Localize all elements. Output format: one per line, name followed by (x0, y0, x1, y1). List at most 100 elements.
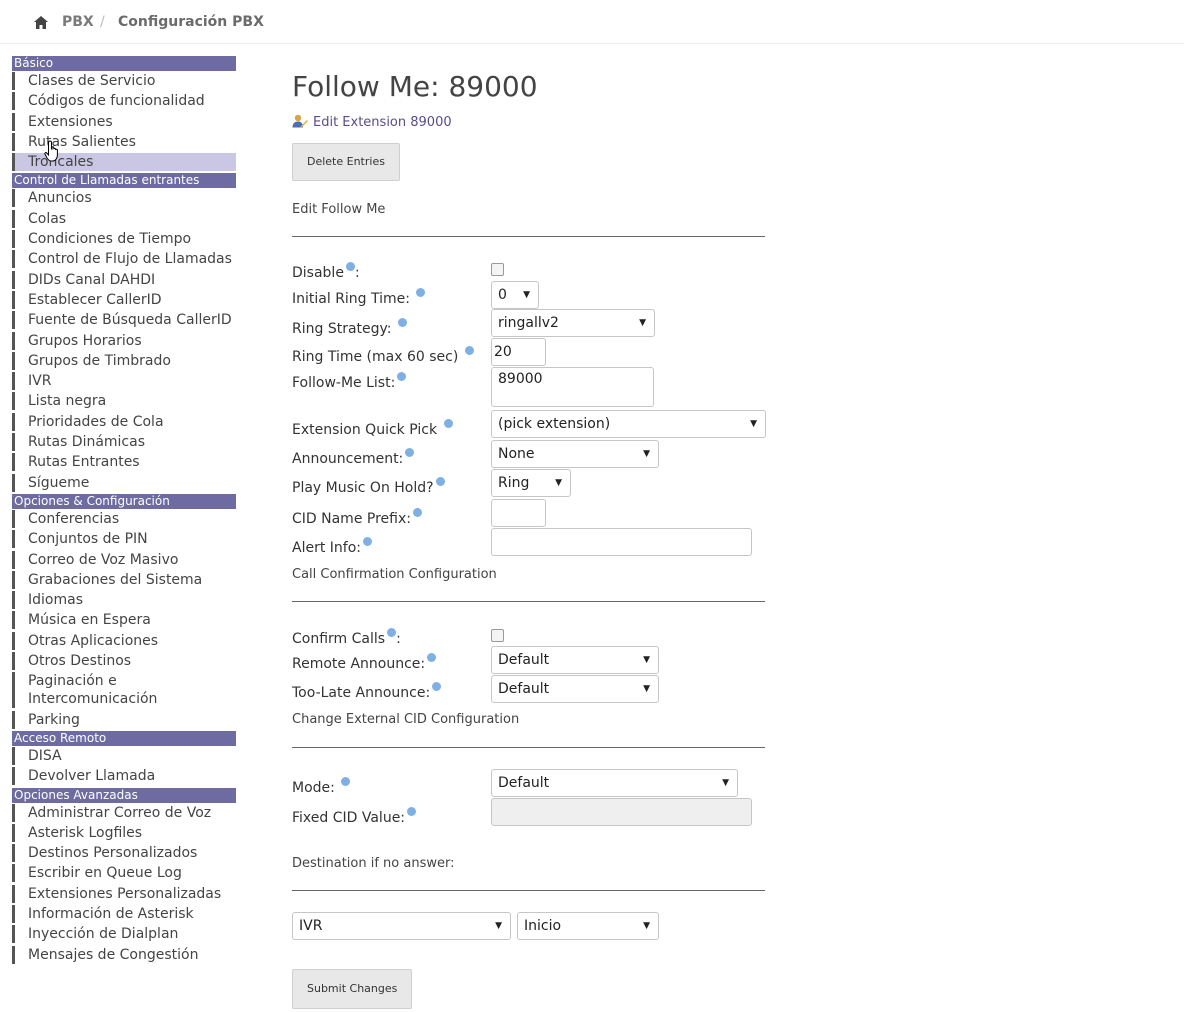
fixed-cid-input[interactable] (491, 798, 752, 826)
sidebar-item[interactable]: Información de Asterisk (12, 904, 236, 923)
sidebar-item[interactable]: Parking (12, 710, 236, 729)
sidebar-group-header: Control de Llamadas entrantes (12, 173, 236, 189)
sidebar-item[interactable]: Devolver Llamada (12, 767, 236, 786)
help-icon[interactable] (427, 653, 437, 662)
sidebar-item[interactable]: Otros Destinos (12, 652, 236, 671)
moh-label: Play Music On Hold? (292, 477, 445, 496)
sidebar-item[interactable]: Asterisk Logfiles (12, 823, 236, 842)
cid-prefix-label: CID Name Prefix: (292, 508, 422, 527)
destination-target-select[interactable]: Inicio ▼ (517, 912, 659, 940)
sidebar-item[interactable]: Conjuntos de PIN (12, 530, 236, 549)
page-title: Follow Me: 89000 (292, 70, 538, 103)
sidebar-group-header: Básico (12, 56, 236, 71)
submit-changes-button[interactable]: Submit Changes (292, 969, 413, 1009)
ring-time-label: Ring Time (max 60 sec) (292, 346, 474, 365)
sidebar-item[interactable]: Escribir en Queue Log (12, 864, 236, 883)
help-icon[interactable] (464, 346, 474, 355)
sidebar-item[interactable]: Sígueme (12, 473, 236, 492)
sidebar-item[interactable]: Inyección de Dialplan (12, 925, 236, 944)
extension-quick-pick-select[interactable]: (pick extension) ▼ (491, 410, 766, 438)
breadcrumb-configuracion[interactable]: Configuración PBX (118, 14, 264, 30)
home-icon[interactable] (34, 16, 48, 29)
confirm-calls-label: Confirm Calls: (292, 628, 401, 647)
sidebar-item[interactable]: Grupos de Timbrado (12, 351, 236, 370)
sidebar-item[interactable]: Extensiones Personalizadas (12, 884, 236, 903)
confirm-calls-checkbox[interactable] (491, 629, 504, 642)
main-content: Follow Me: 89000 Edit Extension 89000 De… (292, 56, 772, 1012)
sidebar-item[interactable]: Control de Flujo de Llamadas (12, 250, 236, 269)
initial-ring-time-label: Initial Ring Time: (292, 288, 426, 307)
mode-select[interactable]: Default ▼ (491, 769, 738, 797)
sidebar-group-header: Opciones Avanzadas (12, 787, 236, 803)
disable-checkbox[interactable] (491, 263, 504, 276)
sidebar-item[interactable]: Lista negra (12, 392, 236, 411)
sidebar-item[interactable]: Códigos de funcionalidad (12, 92, 236, 111)
moh-select[interactable]: Ring ▼ (491, 469, 571, 497)
section-edit-follow-me: Edit Follow Me (292, 202, 386, 217)
help-icon[interactable] (412, 508, 422, 517)
sidebar-item[interactable]: Clases de Servicio (12, 72, 236, 90)
sidebar-item[interactable]: Grabaciones del Sistema (12, 570, 236, 589)
sidebar-group-header: Acceso Remoto (12, 730, 236, 746)
help-icon[interactable] (416, 288, 426, 297)
edit-extension-link[interactable]: Edit Extension 89000 (292, 114, 452, 130)
sidebar-item[interactable]: Idiomas (12, 591, 236, 610)
help-icon[interactable] (387, 628, 397, 637)
sidebar-item[interactable]: Condiciones de Tiempo (12, 230, 236, 249)
breadcrumb: PBX / Configuración PBX (0, 0, 1184, 44)
sidebar-item[interactable]: Correo de Voz Masivo (12, 550, 236, 569)
sidebar-item[interactable]: Mensajes de Congestión (12, 945, 236, 964)
sidebar-item[interactable]: DISA (12, 746, 236, 765)
help-icon[interactable] (397, 318, 407, 327)
sidebar-item[interactable]: Fuente de Búsqueda CallerID (12, 311, 236, 330)
sidebar-item[interactable]: Rutas Entrantes (12, 453, 236, 472)
divider (292, 601, 765, 602)
too-late-announce-select[interactable]: Default ▼ (491, 675, 659, 703)
sidebar-item[interactable]: Rutas Dinámicas (12, 433, 236, 452)
help-icon[interactable] (443, 419, 453, 428)
sidebar-item[interactable]: Establecer CallerID (12, 290, 236, 309)
sidebar-item[interactable]: Destinos Personalizados (12, 844, 236, 863)
sidebar-item[interactable]: Anuncios (12, 189, 236, 208)
destination-type-select[interactable]: IVR ▼ (292, 912, 511, 940)
sidebar-item[interactable]: Colas (12, 209, 236, 228)
help-icon[interactable] (435, 477, 445, 486)
ring-strategy-label: Ring Strategy: (292, 318, 407, 337)
edit-extension-label: Edit Extension 89000 (313, 115, 452, 130)
help-icon[interactable] (432, 682, 442, 691)
fixed-cid-label: Fixed CID Value: (292, 807, 417, 826)
ring-time-input[interactable]: 20 (491, 338, 546, 366)
sidebar-item[interactable]: IVR (12, 372, 236, 391)
help-icon[interactable] (407, 807, 417, 816)
sidebar-item[interactable]: Extensiones (12, 112, 236, 131)
sidebar-item[interactable]: DIDs Canal DAHDI (12, 270, 236, 289)
alert-info-input[interactable] (491, 528, 752, 556)
help-icon[interactable] (363, 537, 372, 546)
sidebar-item[interactable]: Prioridades de Cola (12, 412, 236, 431)
help-icon[interactable] (341, 777, 351, 786)
user-edit-icon (292, 114, 308, 128)
sidebar-item[interactable]: Música en Espera (12, 611, 236, 630)
sidebar-item[interactable]: Paginación e Intercomunicación (12, 672, 236, 709)
sidebar-item[interactable]: Administrar Correo de Voz (12, 803, 236, 822)
section-destination: Destination if no answer: (292, 856, 455, 871)
divider (292, 747, 765, 748)
quick-pick-label: Extension Quick Pick (292, 419, 453, 438)
breadcrumb-pbx[interactable]: PBX (62, 14, 94, 30)
announcement-select[interactable]: None ▼ (491, 440, 659, 468)
sidebar-item[interactable]: Conferencias (12, 509, 236, 528)
sidebar-item[interactable]: Otras Aplicaciones (12, 631, 236, 650)
ring-strategy-select[interactable]: ringallv2 ▼ (491, 309, 655, 337)
alert-info-label: Alert Info: (292, 537, 372, 556)
help-icon[interactable] (345, 262, 355, 271)
mouse-cursor-icon (44, 140, 58, 162)
sidebar-item[interactable]: Grupos Horarios (12, 331, 236, 350)
cid-prefix-input[interactable] (491, 499, 546, 527)
help-icon[interactable] (397, 372, 407, 381)
sidebar-nav: Básico Clases de Servicio Códigos de funci… (12, 56, 236, 1012)
remote-announce-select[interactable]: Default ▼ (491, 646, 659, 674)
delete-entries-button[interactable]: Delete Entries (292, 143, 400, 181)
followme-list-textarea[interactable]: 89000 (491, 367, 654, 407)
initial-ring-time-select[interactable]: 0 ▼ (491, 281, 539, 309)
help-icon[interactable] (405, 448, 415, 457)
